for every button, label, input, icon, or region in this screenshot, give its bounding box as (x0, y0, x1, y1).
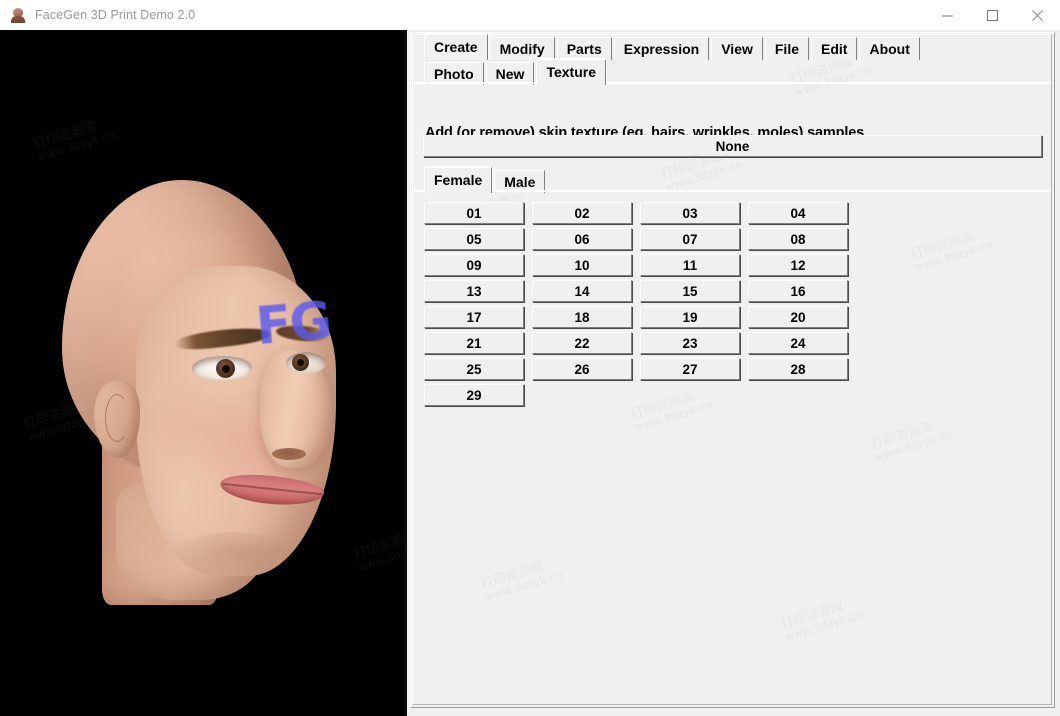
3d-model-render: FG (0, 30, 404, 716)
texture-sample-button-15[interactable]: 15 (640, 280, 740, 302)
texture-sample-button-24[interactable]: 24 (748, 332, 848, 354)
texture-sample-button-11[interactable]: 11 (640, 254, 740, 276)
chin-shading (174, 532, 294, 578)
texture-sample-button-23[interactable]: 23 (640, 332, 740, 354)
texture-sample-button-14[interactable]: 14 (532, 280, 632, 302)
texture-sample-button-18[interactable]: 18 (532, 306, 632, 328)
tab-about[interactable]: About (859, 37, 920, 60)
sample-grid-row: 01 02 03 04 (424, 202, 1024, 224)
texture-sample-button-10[interactable]: 10 (532, 254, 632, 276)
eye-right (286, 352, 326, 374)
sub-tab-underline (413, 82, 1051, 84)
gender-tab-underline (413, 190, 1051, 192)
texture-sample-grid[interactable]: 01 02 03 04 05 06 07 08 09 10 11 12 13 14 15 16 17 18 19 20… (424, 202, 1024, 410)
sample-grid-row: 25 26 27 28 (424, 358, 1024, 380)
texture-sample-button-25[interactable]: 25 (424, 358, 524, 380)
face-bust-icon (10, 7, 26, 23)
close-icon[interactable] (1015, 1, 1060, 30)
texture-sample-button-05[interactable]: 05 (424, 228, 524, 250)
eye-left (192, 356, 252, 380)
texture-sample-button-07[interactable]: 07 (640, 228, 740, 250)
sample-grid-row: 05 06 07 08 (424, 228, 1024, 250)
none-button[interactable]: None (423, 135, 1042, 157)
sample-grid-row: 21 22 23 24 (424, 332, 1024, 354)
texture-sample-button-28[interactable]: 28 (748, 358, 848, 380)
texture-sample-button-13[interactable]: 13 (424, 280, 524, 302)
texture-sample-button-09[interactable]: 09 (424, 254, 524, 276)
sample-grid-row: 17 18 19 20 (424, 306, 1024, 328)
texture-sample-button-19[interactable]: 19 (640, 306, 740, 328)
ear (94, 380, 140, 458)
subtab-texture[interactable]: Texture (536, 59, 606, 85)
texture-sample-button-27[interactable]: 27 (640, 358, 740, 380)
maximize-icon[interactable] (970, 1, 1015, 30)
nostril (272, 448, 306, 460)
title-bar: FaceGen 3D Print Demo 2.0 (0, 0, 1060, 30)
texture-sample-button-02[interactable]: 02 (532, 202, 632, 224)
texture-sample-button-21[interactable]: 21 (424, 332, 524, 354)
minimize-icon[interactable] (925, 1, 970, 30)
texture-sample-button-29[interactable]: 29 (424, 384, 524, 406)
3d-viewport[interactable]: FG 3D 打印资源库 www.3dzyk.cn 3D 打印资源库 www.3dzy… (0, 30, 407, 716)
tab-parts[interactable]: Parts (556, 37, 612, 60)
main-tab-bar[interactable]: Create Modify Parts Expression View File Edit A… (424, 34, 922, 60)
tab-expression[interactable]: Expression (613, 37, 710, 60)
control-panel: 3D 打印资源库 www.3dzyk.cn 3D 打印资源库 www.3dzyk.c… (407, 30, 1060, 716)
texture-sample-button-08[interactable]: 08 (748, 228, 848, 250)
texture-sample-button-26[interactable]: 26 (532, 358, 632, 380)
texture-sample-button-03[interactable]: 03 (640, 202, 740, 224)
texture-sample-button-12[interactable]: 12 (748, 254, 848, 276)
texture-sample-button-01[interactable]: 01 (424, 202, 524, 224)
texture-sample-button-06[interactable]: 06 (532, 228, 632, 250)
tab-modify[interactable]: Modify (489, 37, 555, 60)
sample-grid-row: 29 (424, 384, 1024, 406)
texture-sample-button-16[interactable]: 16 (748, 280, 848, 302)
texture-sample-button-22[interactable]: 22 (532, 332, 632, 354)
tab-view[interactable]: View (711, 37, 763, 60)
gendertab-female[interactable]: Female (424, 167, 493, 193)
texture-sample-button-04[interactable]: 04 (748, 202, 848, 224)
texture-sample-button-20[interactable]: 20 (748, 306, 848, 328)
tab-create[interactable]: Create (424, 34, 488, 60)
window-title: FaceGen 3D Print Demo 2.0 (35, 8, 196, 22)
app-window: FaceGen 3D Print Demo 2.0 FG 3D 打印资源库 ww… (0, 0, 1060, 716)
sample-grid-row: 13 14 15 16 (424, 280, 1024, 302)
tab-edit[interactable]: Edit (811, 37, 858, 60)
sample-grid-row: 09 10 11 12 (424, 254, 1024, 276)
head-model: FG (24, 180, 364, 620)
tab-file[interactable]: File (764, 37, 809, 60)
texture-sample-button-17[interactable]: 17 (424, 306, 524, 328)
